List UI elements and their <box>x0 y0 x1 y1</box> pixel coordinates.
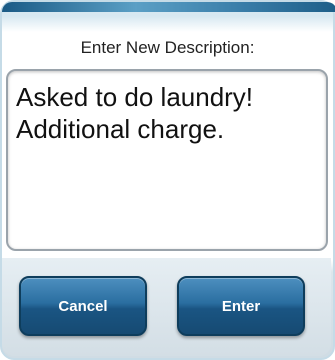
description-input[interactable]: Asked to do laundry! Additional charge. <box>6 69 328 251</box>
dialog-header-strip <box>2 2 335 12</box>
cancel-button[interactable]: Cancel <box>19 276 147 336</box>
dialog-prompt: Enter New Description: <box>80 38 255 57</box>
enter-button[interactable]: Enter <box>177 276 305 336</box>
